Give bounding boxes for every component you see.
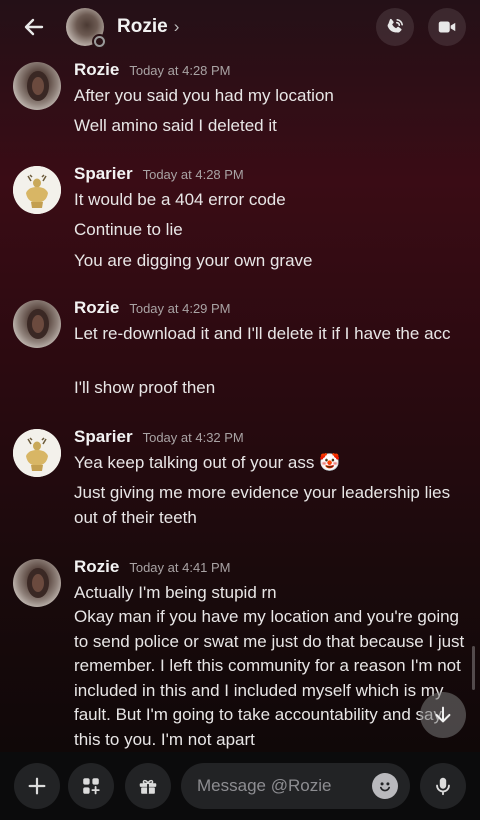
message-timestamp: Today at 4:28 PM	[142, 167, 244, 182]
avatar[interactable]	[13, 166, 61, 214]
message-text[interactable]: Yea keep talking out of your ass 🤡	[74, 451, 470, 476]
message-author[interactable]: Sparier	[74, 164, 133, 184]
emoji-button[interactable]	[372, 773, 398, 799]
apps-button[interactable]	[68, 763, 114, 809]
message-text[interactable]: It would be a 404 error code	[74, 188, 470, 213]
message-text[interactable]: After you said you had my location	[74, 84, 470, 109]
gift-button[interactable]	[125, 763, 171, 809]
avatar[interactable]	[13, 559, 61, 607]
phone-call-icon	[387, 18, 403, 33]
gift-icon	[139, 779, 157, 794]
plus-icon	[28, 777, 46, 795]
avatar-image	[27, 568, 49, 598]
avatar-image	[27, 71, 49, 101]
avatar[interactable]	[13, 62, 61, 110]
message-text[interactable]: Continue to lie	[74, 218, 470, 243]
message-text[interactable]: You are digging your own grave	[74, 249, 470, 274]
arrow-down-icon	[435, 706, 451, 723]
avatar-image	[13, 166, 61, 214]
back-button[interactable]	[16, 9, 52, 45]
avatar[interactable]	[13, 429, 61, 477]
message-author[interactable]: Rozie	[74, 557, 119, 577]
chevron-right-icon: ›	[173, 17, 180, 36]
message-text[interactable]: Just giving me more evidence your leader…	[74, 481, 470, 530]
scrollbar[interactable]	[472, 646, 475, 690]
message-composer	[0, 752, 480, 820]
offline-status-icon	[92, 34, 107, 49]
message-timestamp: Today at 4:32 PM	[142, 430, 244, 445]
apps-icon	[83, 778, 100, 795]
message-author[interactable]: Sparier	[74, 427, 133, 447]
message-text[interactable]: Well amino said I deleted it	[74, 114, 470, 139]
message-text[interactable]: Let re-download it and I'll delete it if…	[74, 322, 470, 347]
video-camera-icon	[438, 21, 456, 33]
jump-to-bottom-button[interactable]	[420, 692, 466, 738]
emoji-icon	[380, 782, 390, 792]
add-attachment-button[interactable]	[14, 763, 60, 809]
header-avatar[interactable]	[66, 8, 107, 49]
channel-name-label: Rozie	[117, 16, 168, 37]
voice-message-button[interactable]	[420, 763, 466, 809]
message-text[interactable]: Okay man if you have my location and you…	[74, 605, 470, 750]
avatar-image	[13, 429, 61, 477]
arrow-left-icon	[24, 18, 44, 36]
message-text[interactable]: I'll show proof then	[74, 376, 470, 401]
avatar[interactable]	[13, 300, 61, 348]
voice-call-button[interactable]	[376, 8, 414, 46]
message-timestamp: Today at 4:28 PM	[129, 63, 231, 78]
message-list[interactable]: Rozie Today at 4:28 PM After you said yo…	[0, 54, 480, 750]
microphone-icon	[436, 777, 450, 796]
message-author[interactable]: Rozie	[74, 60, 119, 80]
avatar-image	[27, 309, 49, 339]
message-timestamp: Today at 4:29 PM	[129, 301, 231, 316]
channel-name[interactable]: Rozie ›	[117, 16, 179, 38]
message-text[interactable]: Actually I'm being stupid rn	[74, 581, 470, 606]
message-author[interactable]: Rozie	[74, 298, 119, 318]
video-call-button[interactable]	[428, 8, 466, 46]
chat-header: Rozie ›	[0, 0, 480, 54]
message-timestamp: Today at 4:41 PM	[129, 560, 231, 575]
